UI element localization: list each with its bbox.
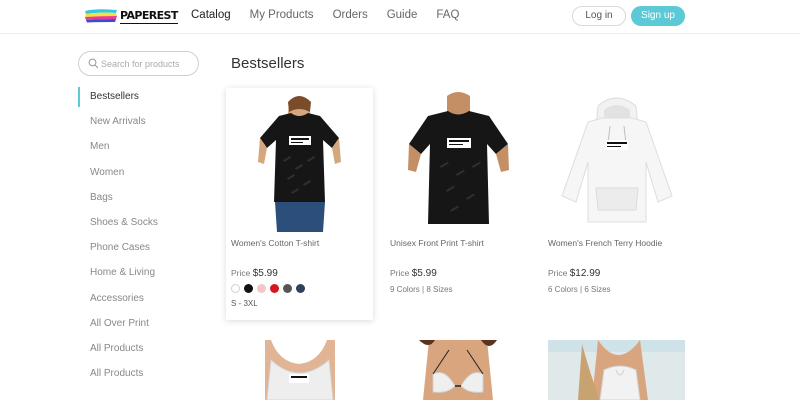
- product-variants: 9 Colors | 8 Sizes: [390, 285, 453, 294]
- color-swatch[interactable]: [283, 284, 292, 293]
- nav-orders[interactable]: Orders: [333, 9, 368, 21]
- sidebar-item-men[interactable]: Men: [78, 135, 208, 160]
- category-sidebar: Bestsellers New Arrivals Men Women Bags …: [78, 85, 208, 387]
- nav-catalog[interactable]: Catalog: [191, 9, 231, 21]
- color-swatch[interactable]: [231, 284, 240, 293]
- sidebar-item-new-arrivals[interactable]: New Arrivals: [78, 110, 208, 135]
- size-range: S - 3XL: [231, 299, 258, 308]
- product-name[interactable]: Women's Cotton T-shirt: [231, 238, 319, 248]
- color-swatches: [231, 284, 305, 293]
- product-name[interactable]: Women's French Terry Hoodie: [548, 238, 662, 248]
- product-image-row2-3[interactable]: [548, 340, 685, 400]
- sidebar-item-phone-cases[interactable]: Phone Cases: [78, 236, 208, 261]
- main-nav: Catalog My Products Orders Guide FAQ: [191, 9, 459, 21]
- price-label: Price: [548, 268, 568, 278]
- product-variants: 6 Colors | 6 Sizes: [548, 285, 611, 294]
- sidebar-item-all-products[interactable]: All Products: [78, 337, 208, 362]
- nav-faq[interactable]: FAQ: [436, 9, 459, 21]
- nav-guide[interactable]: Guide: [387, 9, 418, 21]
- logo-swatch-icon: [85, 9, 117, 23]
- product-image-row2-2[interactable]: [389, 340, 526, 400]
- price-value: $5.99: [252, 268, 278, 279]
- price-label: Price: [390, 268, 410, 278]
- product-name[interactable]: Unisex Front Print T-shirt: [390, 238, 484, 248]
- product-price: Price $5.99: [231, 268, 278, 279]
- product-image-womens-hoodie: [548, 92, 685, 233]
- product-image-row2-1[interactable]: [231, 340, 368, 400]
- product-search: [78, 51, 199, 76]
- search-icon: [88, 58, 99, 69]
- product-price: Price $12.99: [548, 268, 600, 279]
- price-value: $5.99: [411, 268, 437, 279]
- signup-button[interactable]: Sign up: [631, 6, 685, 26]
- product-card[interactable]: Women's Cotton T-shirt Price $5.99 S - 3…: [226, 88, 373, 320]
- sidebar-item-bestsellers[interactable]: Bestsellers: [78, 85, 208, 110]
- nav-my-products[interactable]: My Products: [250, 9, 314, 21]
- sidebar-item-all-over-print[interactable]: All Over Print: [78, 312, 208, 337]
- price-label: Price: [231, 268, 251, 278]
- sidebar-item-shoes-socks[interactable]: Shoes & Socks: [78, 211, 208, 236]
- sidebar-item-bags[interactable]: Bags: [78, 186, 208, 211]
- product-card[interactable]: Unisex Front Print T-shirt Price $5.99 9…: [385, 88, 532, 320]
- color-swatch[interactable]: [244, 284, 253, 293]
- price-value: $12.99: [569, 268, 601, 279]
- sidebar-item-all-products-2[interactable]: All Products: [78, 362, 208, 387]
- top-navigation-bar: PAPEREST Catalog My Products Orders Guid…: [0, 0, 800, 34]
- search-input[interactable]: [101, 56, 193, 71]
- product-card[interactable]: Women's French Terry Hoodie Price $12.99…: [543, 88, 690, 320]
- section-title: Bestsellers: [231, 55, 305, 72]
- color-swatch[interactable]: [296, 284, 305, 293]
- product-image-womens-tshirt: [231, 92, 368, 233]
- color-swatch[interactable]: [257, 284, 266, 293]
- sidebar-item-women[interactable]: Women: [78, 161, 208, 186]
- product-image-unisex-tshirt: [390, 92, 527, 233]
- sidebar-item-home-living[interactable]: Home & Living: [78, 261, 208, 286]
- brand-logo[interactable]: PAPEREST: [84, 7, 178, 25]
- product-price: Price $5.99: [390, 268, 437, 279]
- sidebar-item-accessories[interactable]: Accessories: [78, 287, 208, 312]
- color-swatch[interactable]: [270, 284, 279, 293]
- logo-wordmark: PAPEREST: [120, 9, 178, 24]
- login-button[interactable]: Log in: [572, 6, 626, 26]
